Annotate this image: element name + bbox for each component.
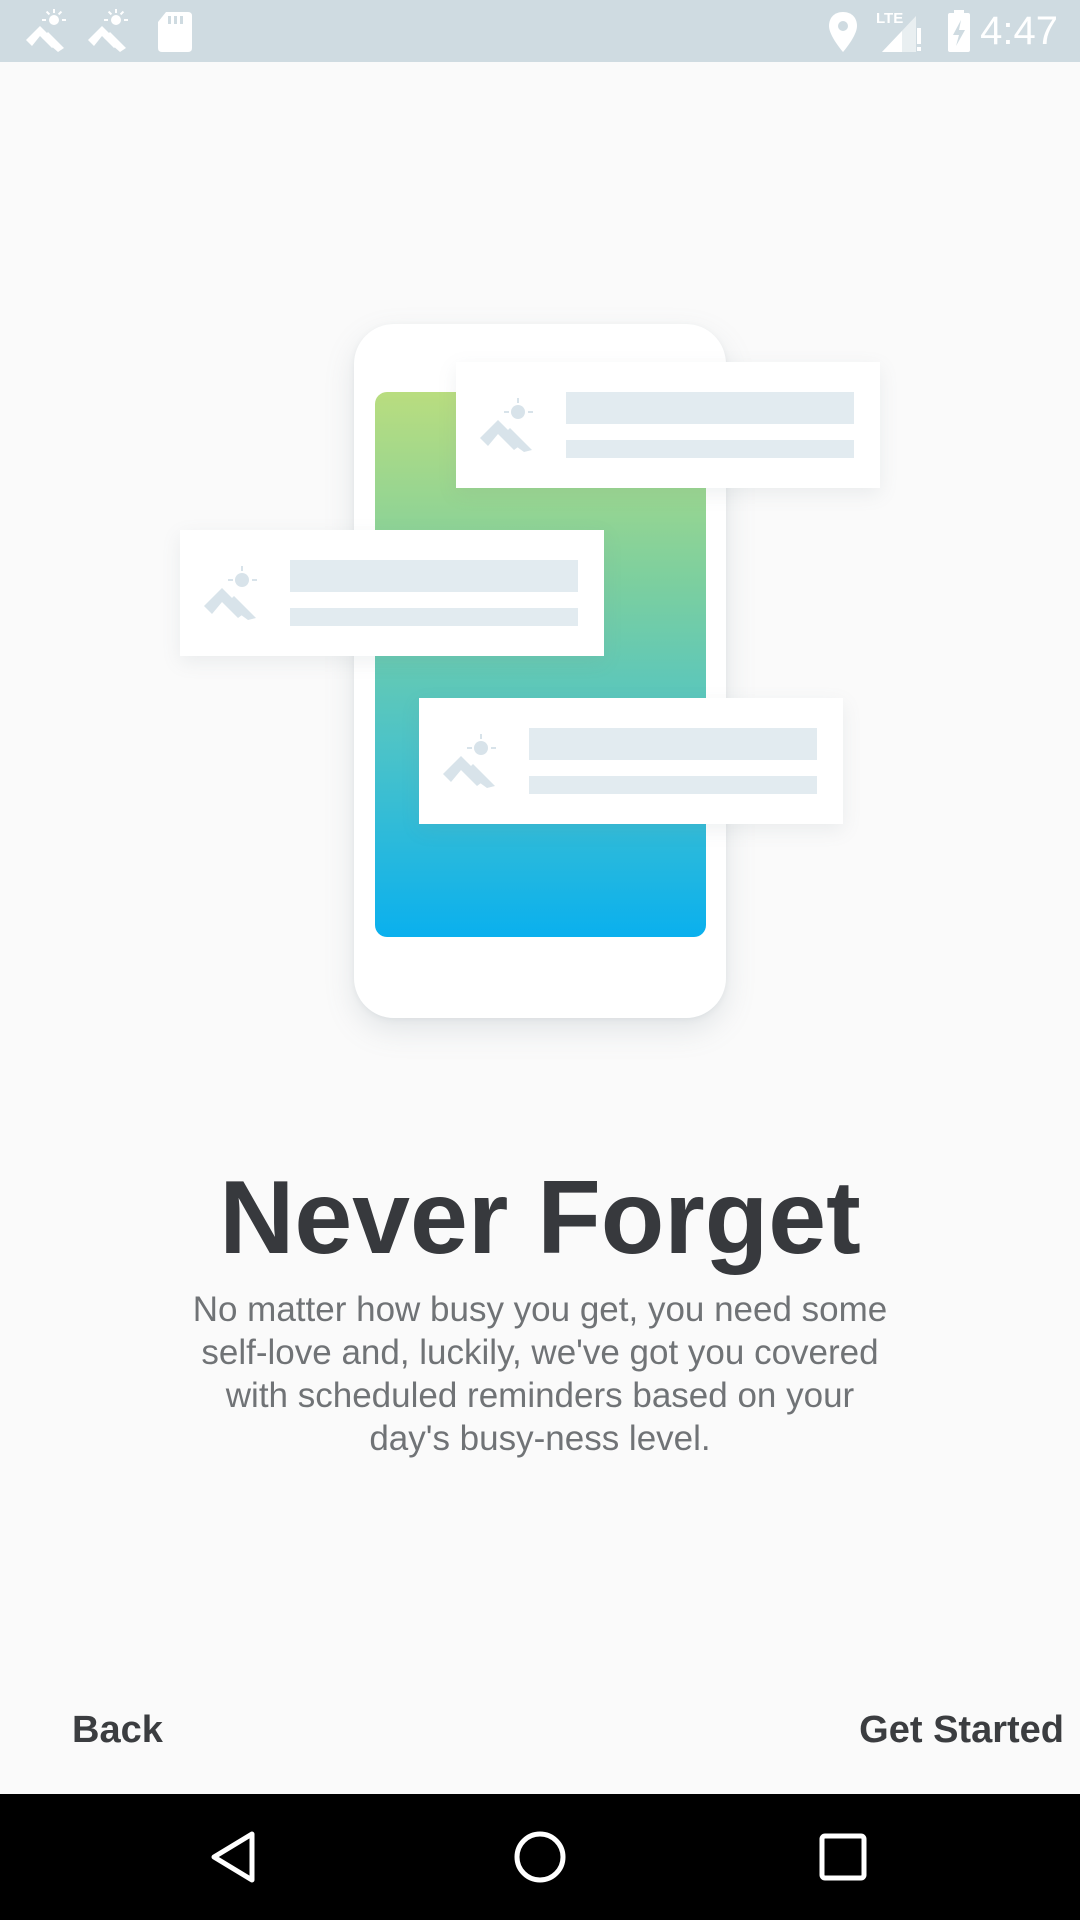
onboarding-screen: LTE 4:47 Never Forget No matter how busy… [0, 0, 1080, 1920]
app-logo-icon [443, 734, 496, 788]
notification-card [180, 530, 604, 656]
lte-label: LTE [876, 10, 904, 27]
notification-title-placeholder [566, 392, 854, 424]
page-title: Never Forget [219, 1160, 861, 1276]
back-triangle-icon[interactable] [200, 1822, 270, 1892]
battery-charging-icon [948, 10, 970, 52]
notification-title-placeholder [290, 560, 578, 592]
app-notification-icon [88, 9, 128, 52]
notification-card [456, 362, 880, 488]
get-started-button[interactable]: Get Started [859, 1705, 1064, 1755]
home-circle-icon[interactable] [505, 1822, 575, 1892]
status-bar: LTE 4:47 [0, 0, 1080, 62]
notification-text-placeholder [290, 608, 578, 626]
location-icon [829, 12, 857, 52]
status-time: 4:47 [980, 9, 1058, 53]
page-description: No matter how busy you get, you need som… [192, 1290, 888, 1458]
lte-signal-icon: LTE [872, 8, 928, 54]
notification-title-placeholder [529, 728, 817, 760]
notification-text-placeholder [566, 440, 854, 458]
notification-text-placeholder [529, 776, 817, 794]
onboarding-illustration [170, 310, 900, 1040]
app-logo-icon [480, 398, 533, 452]
recents-square-icon[interactable] [808, 1822, 878, 1892]
notification-card [419, 698, 843, 824]
navigation-bar [0, 1794, 1080, 1920]
app-logo-icon [204, 566, 257, 620]
back-button[interactable]: Back [72, 1705, 163, 1755]
app-notification-icon [26, 9, 66, 52]
sd-card-icon [158, 12, 192, 52]
